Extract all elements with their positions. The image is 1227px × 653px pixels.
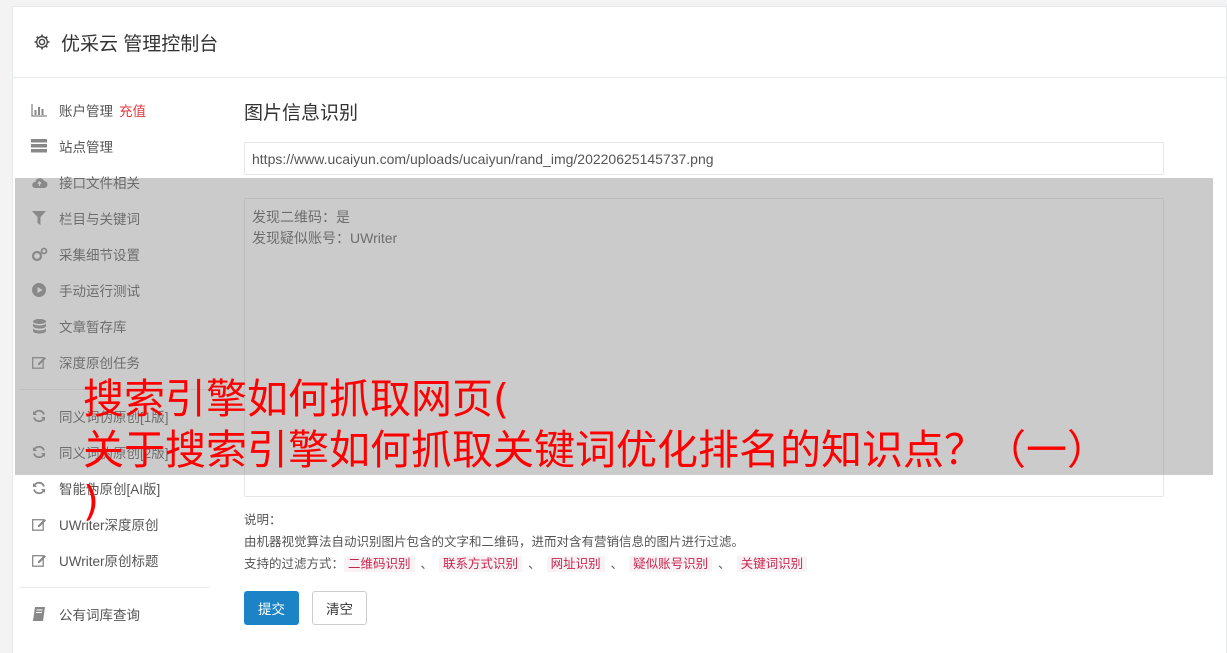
server-icon xyxy=(30,138,48,154)
clear-button[interactable]: 清空 xyxy=(312,591,367,625)
edit-icon xyxy=(30,552,48,568)
book-icon xyxy=(30,606,48,622)
filter-tag: 关键词识别 xyxy=(736,556,808,572)
desc-text: 由机器视觉算法自动识别图片包含的文字和二维码，进而对含有营销信息的图片进行过滤。 xyxy=(244,535,745,549)
sidebar-item-label: UWriter原创标题 xyxy=(59,554,159,569)
section-title: 图片信息识别 xyxy=(244,103,359,124)
refresh-icon xyxy=(30,480,48,496)
filter-tag: 疑似账号识别 xyxy=(629,556,713,572)
page-title: 优采云 管理控制台 xyxy=(61,33,219,55)
submit-button[interactable]: 提交 xyxy=(244,591,299,625)
bar-chart-icon xyxy=(30,102,48,118)
overlay-caption: 搜索引擎如何抓取网页( 关于搜索引擎如何抓取关键词优化排名的知识点？（一） ) xyxy=(83,374,1213,527)
action-buttons: 提交 清空 xyxy=(244,591,1164,625)
edit-icon xyxy=(30,516,48,532)
sidebar-divider xyxy=(20,587,210,588)
sidebar-item-label: 站点管理 xyxy=(59,140,113,155)
overlay-line: 搜索引擎如何抓取网页( xyxy=(83,375,509,423)
filter-methods: 支持的过滤方式： 二维码识别、联系方式识别、网址识别、疑似账号识别、关键词识别 xyxy=(244,553,1164,575)
header: 优采云 管理控制台 xyxy=(13,7,1226,78)
overlay-line: ) xyxy=(83,477,99,525)
filter-tag: 网址识别 xyxy=(546,556,605,572)
sidebar-item-account[interactable]: 账户管理 充值 xyxy=(20,92,210,128)
filter-label: 支持的过滤方式： xyxy=(244,557,345,571)
sidebar-item-public-lexicon[interactable]: 公有词库查询 xyxy=(20,596,210,632)
overlay-line: 关于搜索引擎如何抓取关键词优化排名的知识点？（一） xyxy=(83,426,1108,474)
image-url-input[interactable] xyxy=(244,142,1164,175)
sidebar-item-uwriter-title[interactable]: UWriter原创标题 xyxy=(20,542,210,578)
gear-icon xyxy=(33,33,51,51)
filter-tag: 联系方式识别 xyxy=(439,556,523,572)
sidebar-item-label: 账户管理 xyxy=(59,104,113,119)
filter-tag: 二维码识别 xyxy=(344,556,415,572)
sidebar-item-sites[interactable]: 站点管理 xyxy=(20,128,210,164)
sidebar-item-label: 公有词库查询 xyxy=(59,608,140,623)
recharge-link[interactable]: 充值 xyxy=(119,100,146,120)
